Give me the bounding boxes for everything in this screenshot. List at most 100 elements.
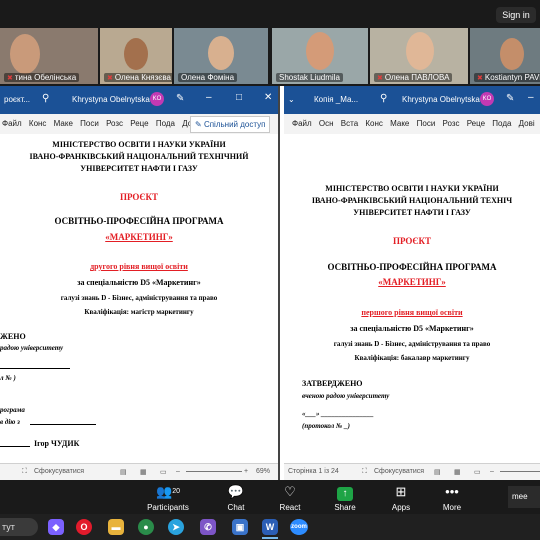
focus-icon[interactable]: ⛶ [362,468,367,476]
more-button[interactable]: ••• More [430,484,474,512]
read-mode-icon[interactable]: ▤ [434,468,441,476]
print-layout-icon[interactable]: ▦ [140,468,147,476]
mic-muted-icon: ✖ [377,75,383,82]
zoom-slider[interactable] [186,471,242,472]
ribbon-tab[interactable]: Маке [390,119,409,128]
ribbon-tab[interactable]: Реце [130,119,148,128]
ribbon-tab[interactable]: Дові [519,119,535,128]
zoom-slider[interactable] [500,471,540,472]
chat-button[interactable]: 💬 Chat [214,484,258,512]
search-icon[interactable]: ⚲ [380,93,387,104]
zoom-out-icon[interactable]: – [176,468,180,475]
close-icon[interactable]: ✕ [264,92,272,103]
ribbon-tab[interactable]: Конс [365,119,383,128]
ribbon-tab[interactable]: Розс [443,119,460,128]
participant-tile[interactable]: Shostak Liudmila [272,28,368,84]
page-counter[interactable]: Сторінка 1 із 24 [288,468,339,475]
ribbon-tabs: Файл Конс Маке Поси Розс Реце Пода Довід… [0,114,278,135]
ribbon-tabs: Файл Осн Вста Конс Маке Поси Розс Реце П… [284,114,540,135]
folder-icon[interactable]: ▬ [108,519,124,535]
taskbar-search[interactable]: тут [0,518,38,536]
sign-in-button[interactable]: Sign in [496,7,536,23]
zoom-level[interactable]: 69% [256,468,270,475]
participant-tile[interactable]: Олена Фоміна [174,28,268,84]
doc-approved: ЖЕНО [0,332,26,341]
title-bar: роєкт... ⚲ Khrystyna Obelnytska KO ✎ – □… [0,86,278,114]
ribbon-tab[interactable]: Розс [106,119,123,128]
word-window-right: ⌄ Копія _Ма... ⚲ Khrystyna Obelnytska KO… [284,86,540,480]
doc-date-line: «___» _______________ [302,410,374,418]
meeting-controls: 👥20 Participants 💬 Chat ♡ React ↑ Share … [0,480,540,514]
more-icon: ••• [445,484,459,499]
doc-qualification: Кваліфікація: магістр маркетингу [84,308,194,316]
document-title: Копія _Ма... [314,95,359,104]
focus-mode-button[interactable]: Сфокусуватися [34,468,84,475]
doc-enacted-line [30,424,96,425]
print-layout-icon[interactable]: ▦ [454,468,461,476]
telegram-icon[interactable]: ➤ [168,519,184,535]
ribbon-tab[interactable]: Пода [156,119,175,128]
zoom-in-icon[interactable]: + [244,468,248,475]
web-layout-icon[interactable]: ▭ [474,468,481,476]
meeting-preview[interactable]: mee [508,486,540,508]
opera-icon[interactable]: O [76,519,92,535]
pen-icon[interactable]: ✎ [176,93,184,104]
chrome-icon[interactable]: ● [138,519,154,535]
zoom-out-icon[interactable]: – [490,468,494,475]
ribbon-tab[interactable]: Поси [80,119,99,128]
status-bar: ⛶ Сфокусуватися ▤ ▦ ▭ – + 69% [0,463,278,480]
ribbon-tab[interactable]: Осн [319,119,334,128]
ribbon-tab[interactable]: Реце [467,119,485,128]
doc-program: ОСВІТНЬО-ПРОФЕСІЙНА ПРОГРАМА [54,216,224,226]
document-page[interactable]: МІНІСТЕРСТВО ОСВІТИ І НАУКИ УКРАЇНИ ІВАН… [0,134,278,464]
read-mode-icon[interactable]: ▤ [120,468,127,476]
photos-icon[interactable]: ▣ [232,519,248,535]
share-button[interactable]: ↑ Share [323,484,367,512]
participant-tile[interactable]: ✖ Олена Князєва [100,28,172,84]
doc-project: ПРОЄКТ [119,192,159,202]
maximize-icon[interactable]: □ [236,92,242,103]
pen-icon[interactable]: ✎ [506,93,514,104]
windows-taskbar: тут ◆ O ▬ ● ➤ ✆ ▣ W zoom [0,514,540,540]
focus-icon[interactable]: ⛶ [22,468,27,476]
avatar[interactable]: KO [480,92,494,106]
ribbon-tab[interactable]: Конс [29,119,47,128]
participant-tile[interactable]: ✖ Kostiantyn PAVL [470,28,540,84]
document-page[interactable]: МІНІСТЕРСТВО ОСВІТИ І НАУКИ УКРАЇНИ ІВАН… [284,134,540,464]
web-layout-icon[interactable]: ▭ [160,468,167,476]
participant-video [306,32,334,70]
word-icon[interactable]: W [262,519,278,535]
react-button[interactable]: ♡ React [268,484,312,512]
participants-button[interactable]: 👥20 Participants [146,484,190,512]
doc-field: галузі знань D - Бізнес, адміністрування… [333,340,491,348]
avatar[interactable]: KO [150,92,164,106]
minimize-icon[interactable]: – [528,92,534,103]
minimize-icon[interactable]: – [206,92,212,103]
ribbon-tab[interactable]: Файл [292,119,312,128]
participant-tile[interactable]: ✖ Олена ПАВЛОВА [370,28,468,84]
doc-level: першого рівня вищої освіти [361,308,463,317]
ribbon-tab[interactable]: Пода [492,119,511,128]
ribbon-tab[interactable]: Вста [341,119,358,128]
ribbon-tab[interactable]: Файл [2,119,22,128]
participant-tile[interactable]: ✖ тина Обелiнська [0,28,98,84]
zoom-icon[interactable]: zoom [290,519,308,535]
focus-mode-button[interactable]: Сфокусуватися [374,468,424,475]
participant-video [10,34,40,74]
search-icon[interactable]: ⚲ [42,93,49,104]
doc-project: ПРОЄКТ [392,236,432,246]
doc-approved: ЗАТВЕРДЖЕНО [302,379,363,388]
ribbon-tab[interactable]: Поси [417,119,436,128]
copilot-icon[interactable]: ◆ [48,519,64,535]
share-screen-icon: ↑ [323,484,367,501]
apps-button[interactable]: ⊞ Apps [379,484,423,512]
share-button[interactable]: ✎ Спільний доступ [190,116,271,133]
title-bar: ⌄ Копія _Ма... ⚲ Khrystyna Obelnytska KO… [284,86,540,114]
heart-icon: ♡ [284,484,296,499]
meeting-preview-label: mee [512,492,528,501]
viber-icon[interactable]: ✆ [200,519,216,535]
doc-university: ІВАНО-ФРАНКІВСЬКИЙ НАЦІОНАЛЬНИЙ ТЕХНІЧНИ… [29,152,249,161]
ribbon-tab[interactable]: Маке [54,119,73,128]
document-title: роєкт... [4,95,31,104]
chevron-down-icon[interactable]: ⌄ [288,95,295,104]
